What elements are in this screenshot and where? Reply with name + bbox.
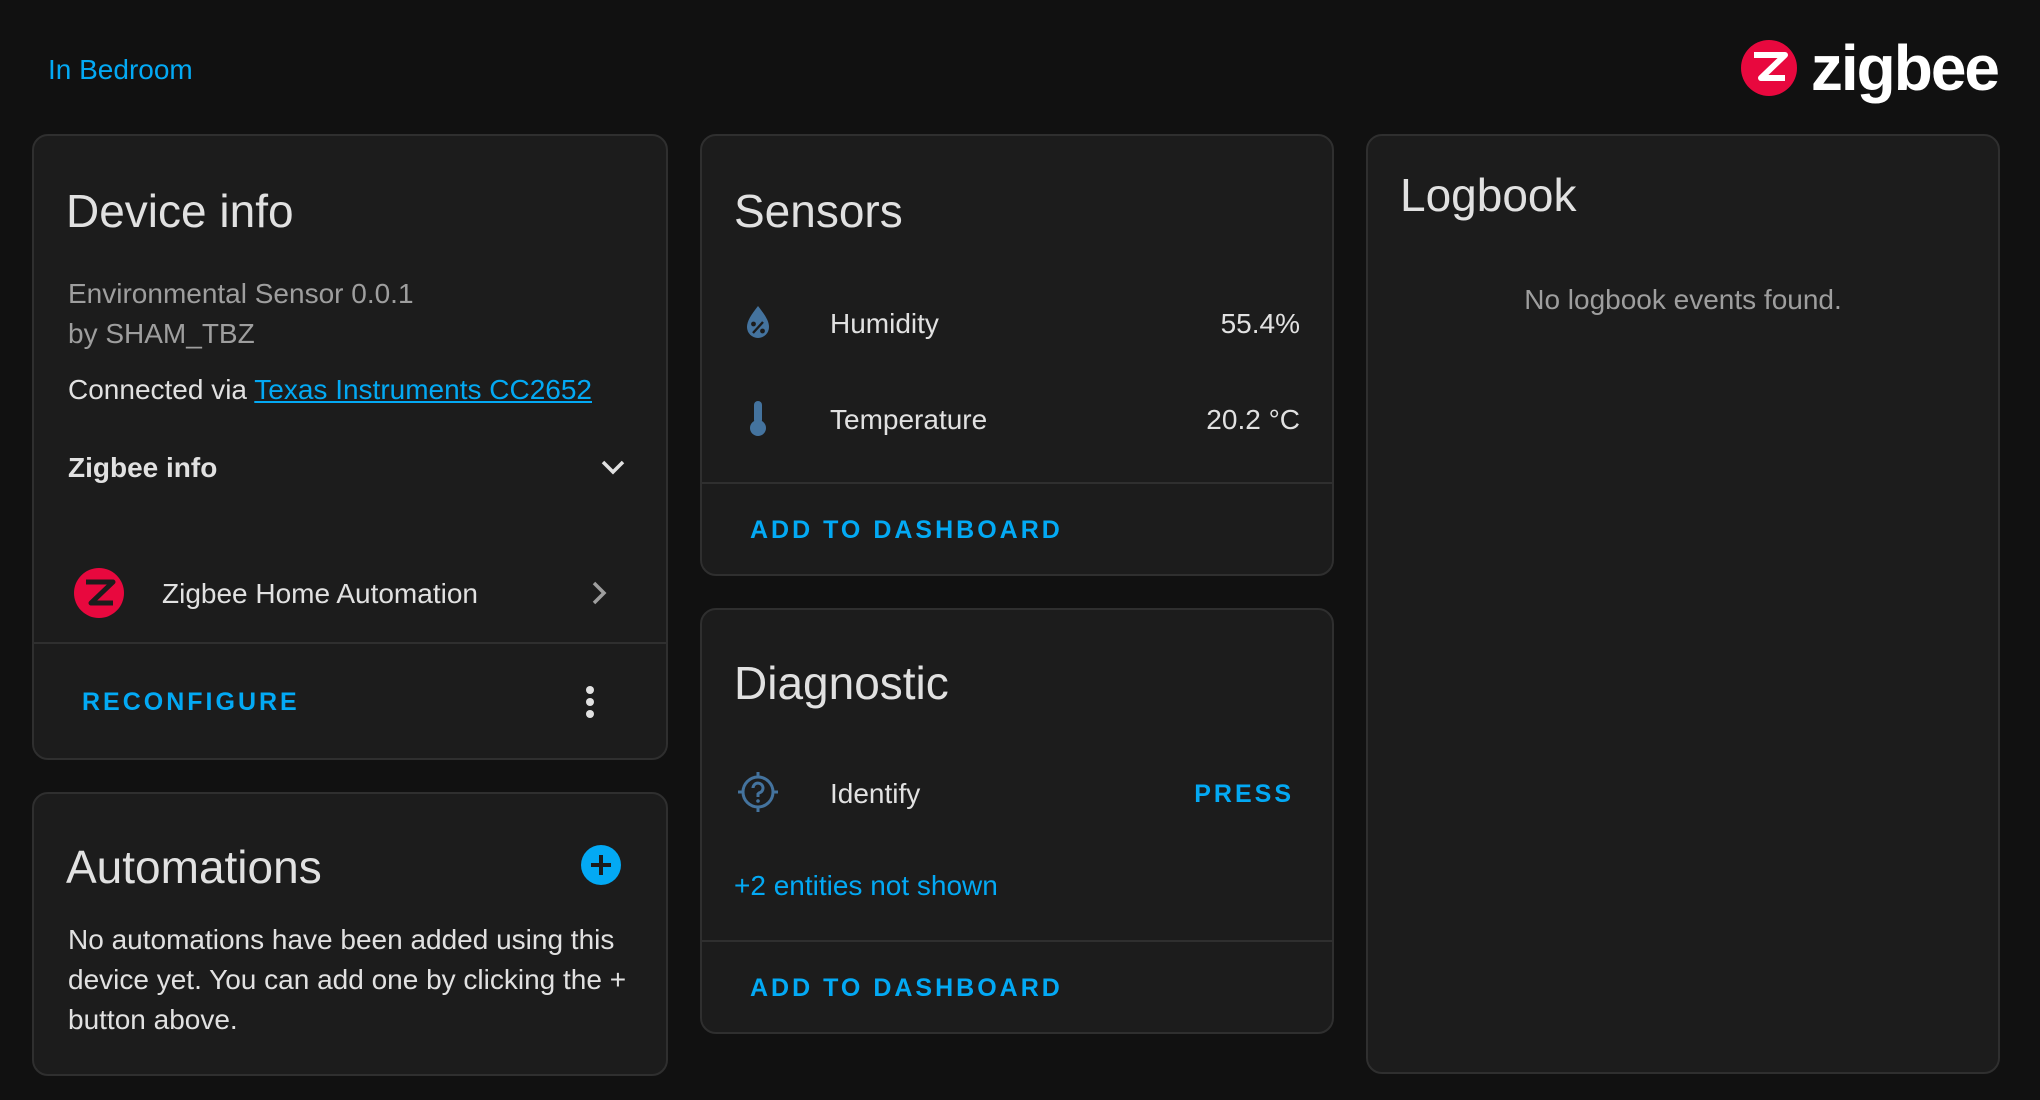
logbook-empty-text: No logbook events found. xyxy=(1524,284,1842,315)
hidden-entities-link[interactable]: +2 entities not shown xyxy=(734,870,998,902)
connected-via-label: Connected via xyxy=(68,374,255,405)
entity-name: Temperature xyxy=(830,404,988,435)
entity-row-temperature[interactable]: Temperature 20.2 °C xyxy=(702,384,1332,454)
diagnostic-card: Diagnostic Identify PRESS +2 entities no… xyxy=(700,608,1334,1034)
diagnostic-divider xyxy=(702,940,1332,942)
diagnostic-title: Diagnostic xyxy=(734,657,949,709)
sensors-card: Sensors Humidity 55.4% Temperature 20.2 … xyxy=(700,134,1334,576)
device-info-title: Device info xyxy=(66,185,294,237)
device-manufacturer: by SHAM_TBZ xyxy=(68,318,255,349)
identify-press-button[interactable]: PRESS xyxy=(1194,780,1294,809)
chevron-right-icon xyxy=(592,581,607,605)
entity-row-identify: Identify PRESS xyxy=(702,758,1332,828)
zigbee-logo-icon xyxy=(1740,40,1797,96)
connected-via-link[interactable]: Texas Instruments CC2652 xyxy=(254,374,592,405)
entity-state: 20.2 °C xyxy=(1206,404,1300,435)
water-percent-icon xyxy=(747,306,769,338)
add-automation-button[interactable] xyxy=(580,844,622,886)
entity-name: Humidity xyxy=(830,308,939,339)
integration-row[interactable]: Zigbee Home Automation xyxy=(34,554,666,634)
device-info-divider xyxy=(34,642,666,644)
automations-card: Automations No automations have been add… xyxy=(32,792,668,1076)
zha-integration-icon xyxy=(74,568,124,618)
entity-row-humidity[interactable]: Humidity 55.4% xyxy=(702,288,1332,358)
overflow-menu-button[interactable] xyxy=(570,682,610,722)
chevron-down-icon xyxy=(601,460,625,475)
reconfigure-button[interactable]: RECONFIGURE xyxy=(82,688,300,717)
sensors-title: Sensors xyxy=(734,185,903,237)
integration-label: Zigbee Home Automation xyxy=(162,578,478,609)
connected-via: Connected via Texas Instruments CC2652 xyxy=(68,374,592,406)
zigbee-info-label: Zigbee info xyxy=(68,452,218,483)
entity-name: Identify xyxy=(830,778,921,809)
plus-circle-icon xyxy=(581,845,621,885)
automations-empty-text: No automations have been added using thi… xyxy=(68,924,627,1035)
crosshairs-question-icon xyxy=(738,772,778,812)
thermometer-icon xyxy=(750,401,766,436)
automations-title: Automations xyxy=(66,841,322,893)
device-info-card: Device info Environmental Sensor 0.0.1 b… xyxy=(32,134,668,760)
zigbee-wordmark: zigbee xyxy=(1810,32,2000,104)
diagnostic-add-to-dashboard-button[interactable]: ADD TO DASHBOARD xyxy=(750,974,1063,1003)
zigbee-logo: zigbee xyxy=(1739,32,2000,104)
dots-vertical-icon xyxy=(586,686,594,718)
logbook-title: Logbook xyxy=(1400,169,1577,221)
area-link[interactable]: In Bedroom xyxy=(48,54,193,86)
zigbee-info-expander[interactable]: Zigbee info xyxy=(68,442,632,492)
logbook-card: Logbook No logbook events found. xyxy=(1366,134,2000,1074)
sensors-add-to-dashboard-button[interactable]: ADD TO DASHBOARD xyxy=(750,516,1063,545)
entity-state: 55.4% xyxy=(1220,308,1300,339)
device-model: Environmental Sensor 0.0.1 xyxy=(68,278,414,309)
sensors-divider xyxy=(702,482,1332,484)
